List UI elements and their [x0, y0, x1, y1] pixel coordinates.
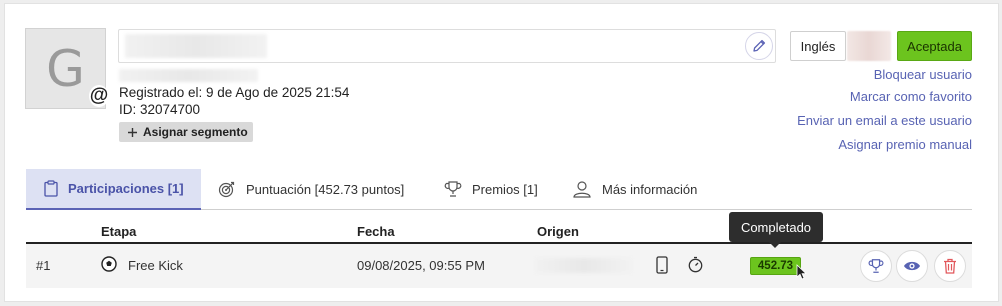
- clipboard-icon: [44, 180, 58, 197]
- user-id: ID: 32074700: [119, 102, 201, 117]
- mark-favorite-link[interactable]: Marcar como favorito: [850, 89, 972, 104]
- user-icon: [573, 181, 591, 198]
- redacted-email: [119, 69, 258, 82]
- registration-date: Registrado el: 9 de Ago de 2025 21:54: [119, 85, 350, 100]
- column-header-stage: Etapa: [101, 224, 137, 239]
- tab-participations-label: Participaciones [1]: [68, 181, 184, 196]
- trophy-icon: [868, 259, 884, 273]
- edit-name-button[interactable]: [745, 32, 773, 60]
- mobile-phone-icon: [656, 256, 668, 274]
- send-email-link[interactable]: Enviar un email a este usuario: [797, 113, 972, 128]
- score-badge[interactable]: 452.73: [750, 257, 801, 275]
- plus-icon: [128, 127, 137, 137]
- tab-participations[interactable]: Participaciones [1]: [26, 169, 201, 210]
- tab-score-label: Puntuación [452.73 puntos]: [246, 181, 405, 197]
- row-stage: Free Kick: [128, 258, 183, 273]
- tab-more-info[interactable]: Más información: [572, 169, 697, 209]
- column-header-origin: Origen: [537, 224, 579, 239]
- view-prize-button[interactable]: [860, 250, 892, 282]
- username-field[interactable]: [118, 29, 776, 63]
- row-date: 09/08/2025, 09:55 PM: [357, 258, 485, 273]
- email-verified-icon: @: [89, 85, 109, 107]
- status-color-swatch: [847, 31, 891, 61]
- avatar-letter: G: [46, 39, 85, 98]
- stopwatch-icon: [688, 256, 703, 273]
- redacted-username: [125, 34, 267, 58]
- mouse-cursor-icon: [796, 264, 807, 280]
- soccer-ball-icon: [101, 256, 117, 272]
- trash-icon: [944, 258, 956, 274]
- tab-prizes[interactable]: Premios [1]: [444, 169, 538, 209]
- trophy-icon: [444, 181, 462, 197]
- pencil-icon: [753, 39, 766, 52]
- tab-more-info-label: Más información: [602, 181, 698, 197]
- block-user-link[interactable]: Bloquear usuario: [874, 67, 972, 82]
- redacted-origin: [535, 258, 633, 273]
- tab-prizes-label: Premios [1]: [472, 181, 538, 197]
- assign-segment-label: Asignar segmento: [143, 125, 248, 139]
- target-icon: [218, 181, 235, 198]
- status-tooltip: Completado: [729, 212, 823, 248]
- tab-score[interactable]: Puntuación [452.73 puntos]: [218, 169, 404, 209]
- row-index: #1: [36, 258, 51, 273]
- assign-segment-button[interactable]: Asignar segmento: [119, 122, 253, 142]
- eye-icon: [904, 261, 920, 271]
- tabs-bar: Participaciones [1] Puntuación [452.73 p…: [26, 169, 972, 210]
- view-participation-button[interactable]: [896, 250, 928, 282]
- delete-participation-button[interactable]: [934, 250, 966, 282]
- column-header-date: Fecha: [357, 224, 395, 239]
- language-button[interactable]: Inglés: [790, 31, 846, 61]
- accepted-status-button[interactable]: Aceptada: [897, 31, 972, 61]
- assign-prize-link[interactable]: Asignar premio manual: [838, 137, 972, 152]
